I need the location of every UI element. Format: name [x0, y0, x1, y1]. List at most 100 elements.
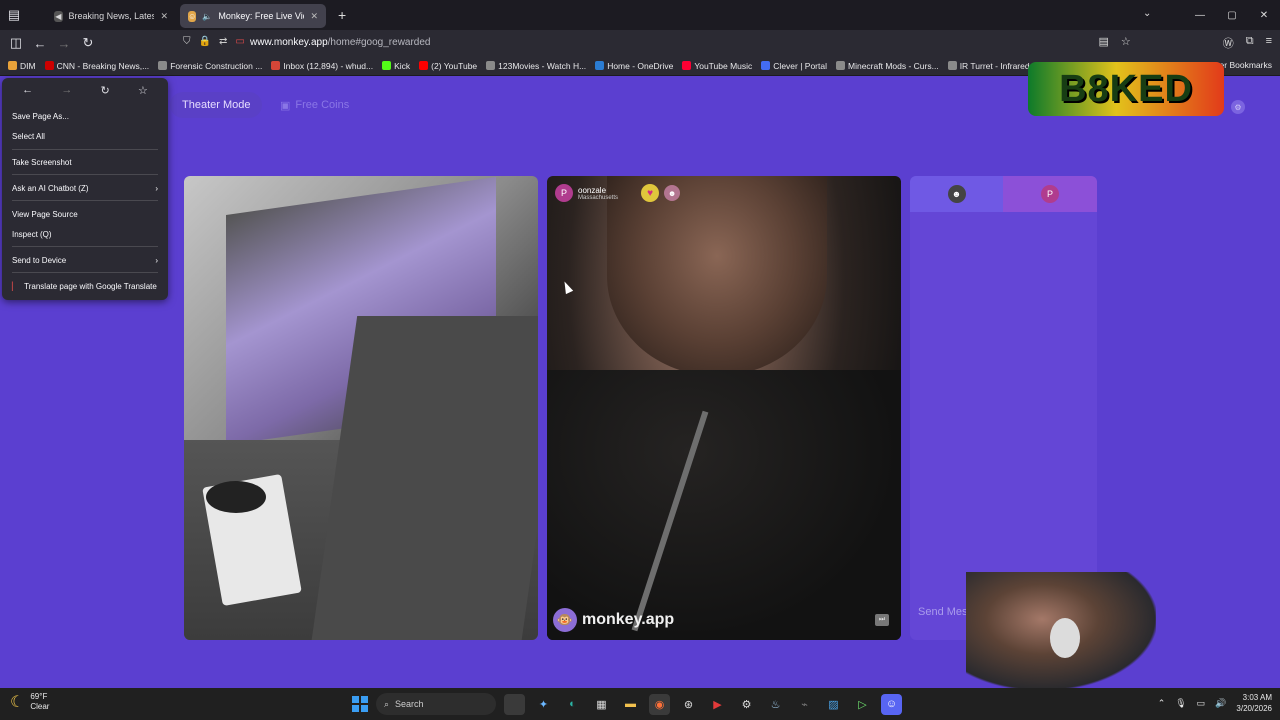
photos-icon[interactable]: ▨ [823, 694, 844, 715]
menu-label: Select All [12, 131, 45, 141]
bookmark-item[interactable]: (2) YouTube [419, 61, 477, 71]
bookmark-item[interactable]: CNN - Breaking News,... [44, 60, 150, 71]
menu-separator [12, 272, 158, 273]
theater-mode-button[interactable]: Theater Mode [170, 92, 263, 118]
file-explorer-icon[interactable]: ▬ [620, 694, 641, 715]
bookmark-item[interactable]: Home - OneDrive [595, 61, 673, 71]
clock[interactable]: 3:03 AM 3/20/2026 [1236, 692, 1272, 714]
free-coins-label: Free Coins [295, 99, 350, 111]
discord-icon[interactable]: ☺ [881, 693, 902, 715]
store-icon[interactable]: ▦ [591, 694, 612, 715]
menu-save-page-as[interactable]: Save Page As... [12, 109, 158, 123]
menu-label: Translate page with Google Translate [24, 281, 157, 291]
context-menu: ← → ↻ ☆ Save Page As... Select All Take … [2, 78, 168, 300]
bookmark-favicon-icon [947, 61, 957, 70]
tab-overflow-chevron-icon[interactable]: ⌄ [1143, 8, 1151, 19]
shield-icon[interactable]: ⛉ [183, 36, 191, 47]
github-icon[interactable]: ⊛ [678, 694, 699, 715]
speaker-icon[interactable]: 🔊 [1215, 698, 1226, 709]
settings-gear-icon[interactable]: ⚙ [736, 694, 757, 715]
audio-icon[interactable]: 🔈 [202, 12, 212, 21]
bookmark-item[interactable]: DIM [8, 61, 36, 71]
free-coins-button[interactable]: ▣ Free Coins [268, 92, 361, 118]
edge-icon[interactable]: ◐ [562, 694, 583, 715]
tab-monkey[interactable]: ☺ 🔈 Monkey: Free Live Video Ch ✕ [180, 4, 326, 28]
microphone-icon[interactable]: 🎙 [1175, 698, 1186, 709]
streamer-overlay-logo: B8KED [1028, 62, 1224, 116]
windows-start-icon[interactable] [352, 696, 368, 712]
menu-inspect[interactable]: Inspect (Q) [12, 227, 158, 241]
remote-user-chip[interactable]: P oonzale Massachusetts ♥ ☻ [555, 184, 681, 202]
bookmark-favicon-icon [486, 61, 496, 70]
remote-avatar-slot[interactable]: P [1003, 176, 1097, 212]
gift-icon[interactable]: ☻ [664, 185, 681, 201]
weather-widget[interactable]: ☾ 69°F Clear [10, 692, 49, 712]
menu-send-to-device[interactable]: Send to Device › [12, 253, 158, 267]
camera-icon[interactable]: ▭ [235, 36, 244, 47]
menu-take-screenshot[interactable]: Take Screenshot [12, 155, 158, 169]
self-avatar-slot[interactable]: ☻ [910, 176, 1003, 212]
reader-view-icon[interactable]: ▤ [1098, 35, 1108, 51]
taskbar-apps: ⌕ Search ✦ ◐ ▦ ▬ ◉ ⊛ ▶ ⚙ ♨ ⌁ ▨ ▷ ☺ [352, 693, 902, 715]
menu-view-page-source[interactable]: View Page Source [12, 207, 158, 221]
extensions-puzzle-icon[interactable]: ⧉ [1246, 35, 1254, 51]
bookmark-favicon-icon [595, 61, 605, 70]
taskbar-search[interactable]: ⌕ Search [376, 693, 496, 715]
new-tab-button[interactable]: + [338, 7, 346, 23]
extension-w-icon[interactable]: Ⓦ [1223, 35, 1234, 51]
permissions-icon[interactable]: ⇄ [219, 36, 227, 47]
bookmark-label: CNN - Breaking News,... [56, 60, 150, 71]
maximize-button[interactable]: ▢ [1216, 10, 1248, 21]
menu-hamburger-icon[interactable]: ≡ [1266, 35, 1272, 51]
address-field[interactable]: www.monkey.app/home#goog_rewarded [250, 37, 431, 48]
heart-icon[interactable]: ♥ [641, 184, 660, 202]
task-view-icon[interactable] [504, 693, 525, 715]
media-player-icon[interactable]: ▶ [707, 694, 728, 715]
moon-icon: ☾ [10, 694, 25, 711]
forward-icon[interactable]: → [61, 84, 72, 96]
menu-translate-page[interactable]: ▏ Translate page with Google Translate [12, 279, 158, 293]
bookmark-label: (2) YouTube [431, 60, 478, 71]
tab-close-icon[interactable]: ✕ [160, 11, 168, 22]
menu-select-all[interactable]: Select All [12, 129, 158, 143]
bookmark-favicon-icon [761, 61, 771, 70]
bookmark-item[interactable]: Kick [382, 61, 410, 71]
bookmark-item[interactable]: Clever | Portal [761, 61, 827, 71]
reload-button[interactable]: ↻ [76, 35, 100, 51]
back-button[interactable]: ← [28, 36, 52, 51]
settings-icon[interactable]: ⚙ [1231, 100, 1245, 114]
game-launcher-icon[interactable]: ▷ [852, 694, 873, 715]
tray-chevron-icon[interactable]: ⌃ [1158, 698, 1166, 709]
bookmark-item[interactable]: 123Movies - Watch H... [486, 61, 586, 71]
bookmark-favicon-icon [158, 61, 168, 70]
tab-close-icon[interactable]: ✕ [310, 11, 318, 22]
tab-cnn[interactable]: ◀ Breaking News, Latest New ✕ [46, 4, 176, 28]
menu-ask-ai-chatbot[interactable]: Ask an AI Chatbot (Z) › [12, 181, 158, 195]
steam-icon[interactable]: ♨ [765, 694, 786, 715]
bookmark-icon[interactable]: ☆ [138, 84, 148, 97]
chat-panel: ☻ P Send Message [910, 176, 1097, 640]
sidebar-icon[interactable]: ◫ [4, 35, 28, 51]
display-icon[interactable]: ▭ [1197, 698, 1206, 709]
tab-list-icon[interactable]: ▤ [2, 7, 26, 23]
minimize-button[interactable]: — [1184, 10, 1216, 21]
hoodie-image [547, 370, 901, 640]
bookmark-item[interactable]: Inbox (12,894) - whud... [271, 61, 373, 71]
bookmark-item[interactable]: YouTube Music [682, 61, 752, 71]
skip-icon[interactable]: ⏭ [875, 614, 889, 626]
lock-icon[interactable]: 🔒 [199, 36, 211, 47]
firefox-icon[interactable]: ◉ [649, 693, 670, 715]
app-icon[interactable]: ⌁ [794, 694, 815, 715]
back-icon[interactable]: ← [22, 84, 33, 96]
close-window-button[interactable]: ✕ [1248, 10, 1280, 21]
forward-button[interactable]: → [52, 36, 76, 51]
url-security-icons: ⛉ 🔒 ⇄ ▭ [183, 36, 245, 47]
copilot-icon[interactable]: ✦ [533, 694, 554, 715]
headphones-image [1050, 618, 1080, 658]
bookmark-item[interactable]: Minecraft Mods - Curs... [836, 61, 939, 71]
bookmark-label: YouTube Music [694, 60, 753, 71]
bookmark-item[interactable]: Forensic Construction ... [158, 61, 262, 71]
reload-icon[interactable]: ↻ [101, 84, 110, 97]
submenu-chevron-icon: › [155, 255, 158, 265]
bookmark-star-icon[interactable]: ☆ [1121, 35, 1131, 51]
